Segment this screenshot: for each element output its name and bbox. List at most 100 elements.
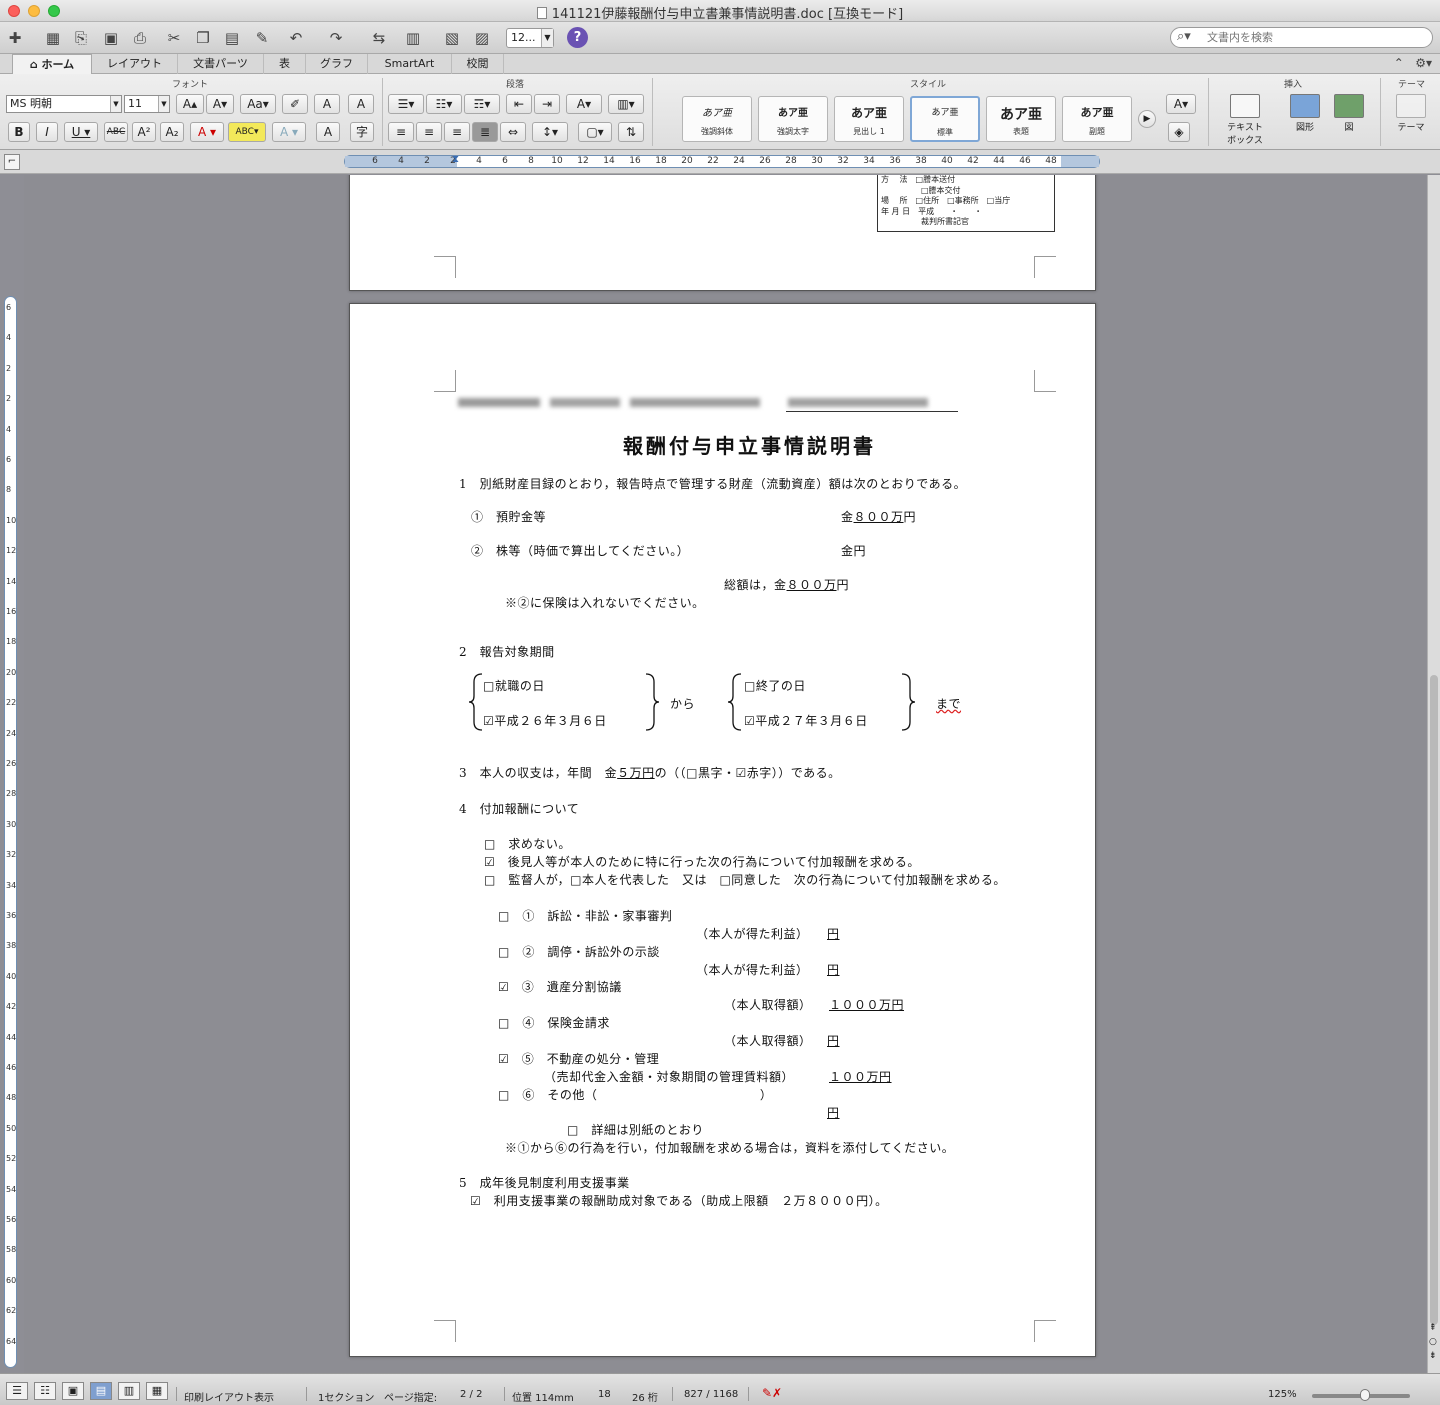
phonetic-guide-button[interactable]: A xyxy=(314,94,340,114)
zoom-slider-knob[interactable] xyxy=(1360,1389,1370,1401)
cut-icon[interactable]: ✂ xyxy=(163,27,185,49)
outline-view-button[interactable]: ☷ xyxy=(34,1382,56,1400)
s3-value: ５万円 xyxy=(617,766,655,780)
style-gallery-next-icon[interactable]: ▶ xyxy=(1138,110,1156,128)
increase-indent-button[interactable]: ⇥ xyxy=(534,94,560,114)
shrink-font-button[interactable]: A▾ xyxy=(206,94,234,114)
ruler-number: 8 xyxy=(528,156,534,166)
multilevel-list-button[interactable]: ☶▾ xyxy=(464,94,500,114)
clear-format-button[interactable]: ✐ xyxy=(282,94,308,114)
font-name-combo[interactable]: MS 明朝 ▼ xyxy=(6,95,122,113)
highlight-button[interactable]: ABC▾ xyxy=(228,122,266,142)
align-center-button[interactable]: ≡ xyxy=(416,122,442,142)
document-area[interactable]: 方 法 □謄本送付 □謄本交付場 所 □住所 □事務所 □当庁年 月 日 平成 … xyxy=(24,175,1426,1373)
new-document-icon[interactable]: ✚ xyxy=(4,27,26,49)
style-strong[interactable]: あア亜 強調太字 xyxy=(758,96,828,142)
italic-button[interactable]: I xyxy=(36,122,58,142)
justify-button[interactable]: ≣ xyxy=(472,122,498,142)
tab-home[interactable]: ⌂ ホーム xyxy=(12,54,92,75)
toolbox-icon[interactable]: ▧ xyxy=(441,27,463,49)
ribbon-settings-icon[interactable]: ⚙▾ xyxy=(1415,56,1432,70)
style-heading-1[interactable]: あア亜 見出し 1 xyxy=(834,96,904,142)
line-spacing-button[interactable]: ↕▾ xyxy=(532,122,568,142)
style-manage-button[interactable]: A▾ xyxy=(1166,94,1196,114)
character-border-button[interactable]: A xyxy=(348,94,374,114)
search-box[interactable]: ⌕▾ xyxy=(1170,27,1433,48)
character-shading-button[interactable]: A xyxy=(316,122,340,142)
draft-view-button[interactable]: ☰ xyxy=(6,1382,28,1400)
browse-object-icon[interactable]: ○ xyxy=(1429,1337,1437,1347)
text-effects-button[interactable]: A ▾ xyxy=(272,122,306,142)
subscript-button[interactable]: A₂ xyxy=(160,122,184,142)
horizontal-ruler[interactable]: 6 4 2 2 4 6 8 10 12 14 16 18 20 22 24 26 28 30 32 34 36 38 40 4… xyxy=(344,154,1100,168)
tab-tables[interactable]: 表 xyxy=(264,54,306,74)
font-size-combo[interactable]: 11 ▼ xyxy=(124,95,170,113)
tab-layout[interactable]: レイアウト xyxy=(92,54,178,74)
underline-button[interactable]: U ▾ xyxy=(64,122,98,142)
vertical-scrollbar[interactable]: ⇞ ○ ⇟ xyxy=(1427,175,1440,1373)
crop-mark xyxy=(1034,256,1056,278)
view-layout-icon[interactable]: ▥ xyxy=(402,27,424,49)
media-browser-icon[interactable]: ▨ xyxy=(471,27,493,49)
vertical-ruler[interactable]: 6 4 2 2 4 6 8 10 12 14 16 18 20 22 24 26 28 30 32 34 36 38 40 4… xyxy=(4,296,17,1368)
textbox-button[interactable]: テキスト ボックス xyxy=(1218,94,1272,146)
tab-review[interactable]: 校閲 xyxy=(452,54,504,74)
collapse-ribbon-icon[interactable]: ⌃ xyxy=(1394,56,1404,70)
themes-button[interactable]: テーマ xyxy=(1384,94,1438,144)
bold-button[interactable]: B xyxy=(8,122,30,142)
tab-smartart[interactable]: SmartArt xyxy=(368,54,452,74)
style-subtle-emphasis[interactable]: あア亜 強調斜体 xyxy=(682,96,752,142)
notebook-view-button[interactable]: ▥ xyxy=(118,1382,140,1400)
align-left-button[interactable]: ≡ xyxy=(388,122,414,142)
previous-page-icon[interactable]: ⇞ xyxy=(1429,1323,1437,1333)
borders-button[interactable]: ▢▾ xyxy=(578,122,612,142)
enclose-characters-button[interactable]: 字 xyxy=(350,122,374,142)
sort-button[interactable]: ⇅ xyxy=(618,122,644,142)
print-icon[interactable]: ⎙ xyxy=(129,27,151,49)
superscript-button[interactable]: A² xyxy=(132,122,156,142)
change-case-button[interactable]: Aa▾ xyxy=(240,94,276,114)
align-right-button[interactable]: ≡ xyxy=(444,122,470,142)
save-icon[interactable]: ▣ xyxy=(100,27,122,49)
columns-button[interactable]: ▥▾ xyxy=(608,94,644,114)
copy-icon[interactable]: ❐ xyxy=(192,27,214,49)
tab-charts[interactable]: グラフ xyxy=(306,54,368,74)
open-icon[interactable]: ⎘ xyxy=(70,27,92,49)
next-page-icon[interactable]: ⇟ xyxy=(1429,1351,1437,1361)
font-color-button[interactable]: A ▾ xyxy=(190,122,224,142)
decrease-indent-button[interactable]: ⇤ xyxy=(506,94,532,114)
grow-font-button[interactable]: A▴ xyxy=(176,94,204,114)
numbering-button[interactable]: ☷▾ xyxy=(426,94,462,114)
toggle-sidebar-icon[interactable]: ⇆ xyxy=(368,27,390,49)
zoom-slider[interactable] xyxy=(1312,1389,1410,1401)
tab-selector[interactable]: ⌐ xyxy=(4,154,20,170)
s5-item: ☑ 利用支援事業の報酬助成対象である（助成上限額 ２万８０００円）。 xyxy=(470,1194,888,1208)
style-pane-button[interactable]: ◈ xyxy=(1168,122,1190,142)
template-gallery-icon[interactable]: ▦ xyxy=(42,27,64,49)
zoom-combo[interactable]: 12... ▼ xyxy=(506,28,554,48)
print-layout-view-button[interactable]: ▤ xyxy=(90,1382,112,1400)
publishing-view-button[interactable]: ▣ xyxy=(62,1382,84,1400)
search-input[interactable] xyxy=(1207,30,1427,45)
proofing-error-icon[interactable]: ✎✗ xyxy=(762,1386,782,1400)
distributed-button[interactable]: ⇔ xyxy=(500,122,526,142)
full-screen-view-button[interactable]: ▦ xyxy=(146,1382,168,1400)
undo-icon[interactable]: ↶ xyxy=(285,27,307,49)
tab-document-parts[interactable]: 文書パーツ xyxy=(178,54,264,74)
strikethrough-button[interactable]: ABC xyxy=(104,122,128,142)
redo-icon[interactable]: ↷ xyxy=(325,27,347,49)
bullets-button[interactable]: ☰▾ xyxy=(388,94,424,114)
scrollbar-thumb[interactable] xyxy=(1430,675,1438,1325)
act-3-amount: １０００万円 xyxy=(829,998,905,1012)
style-normal[interactable]: あア亜 標準 xyxy=(910,96,980,142)
style-title[interactable]: あア亜 表題 xyxy=(986,96,1056,142)
paste-icon[interactable]: ▤ xyxy=(221,27,243,49)
word-count[interactable]: 827 / 1168 xyxy=(684,1389,738,1400)
format-painter-icon[interactable]: ✎ xyxy=(251,27,273,49)
picture-button[interactable]: 図 xyxy=(1322,94,1376,144)
page-indicator[interactable]: 2 / 2 xyxy=(460,1389,482,1400)
style-subtitle[interactable]: あア亜 副題 xyxy=(1062,96,1132,142)
indent-marker-icon[interactable]: ⧗ xyxy=(452,154,459,165)
text-direction-button[interactable]: A▾ xyxy=(566,94,602,114)
help-button[interactable]: ? xyxy=(567,27,588,48)
